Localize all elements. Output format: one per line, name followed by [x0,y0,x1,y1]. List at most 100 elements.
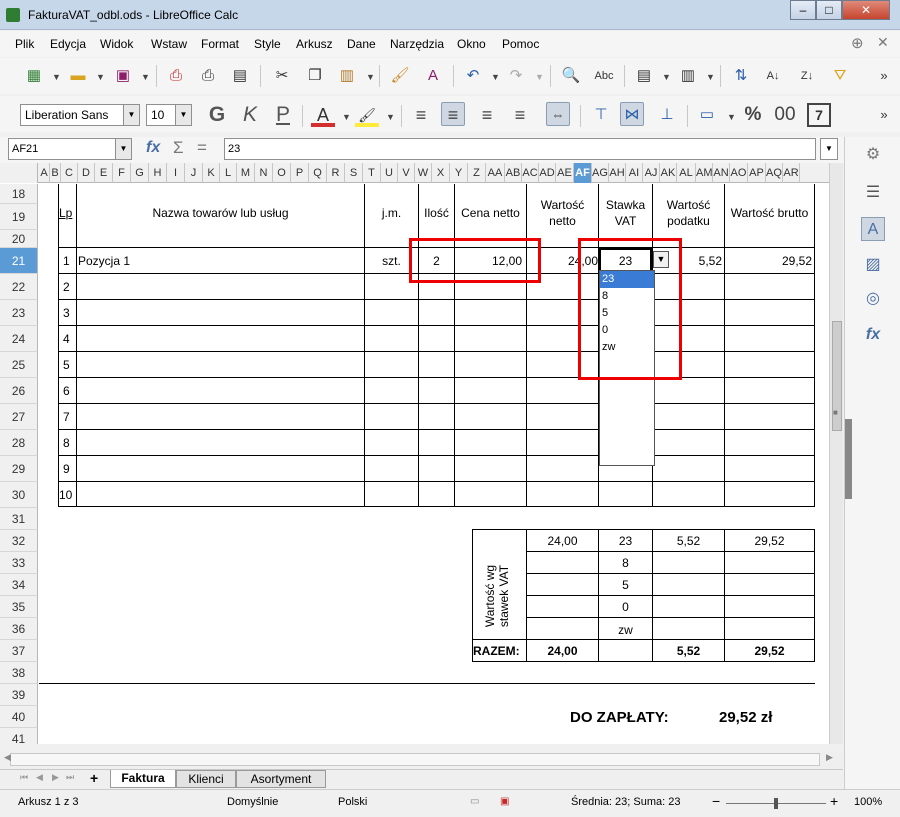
italic-icon[interactable]: K [238,103,262,127]
selection-stats[interactable]: Średnia: 23; Suma: 23 [571,796,680,808]
column-header-z[interactable]: Z [468,163,486,183]
item-lp[interactable]: 9 [63,462,70,476]
summary-total-tax[interactable]: 5,52 [653,644,724,658]
horizontal-scrollbar[interactable]: ◀ ▶ [0,752,843,769]
row-icon[interactable]: ▤ [632,64,656,88]
function-wizard-icon[interactable]: fx [146,139,160,157]
row-header-31[interactable]: 31 [0,508,38,530]
summary-rate[interactable]: 8 [599,556,652,570]
column-header-aq[interactable]: AQ [766,163,783,183]
summary-tax-23[interactable]: 5,52 [653,534,724,548]
sidebar-functions-icon[interactable]: fx [861,323,885,347]
cut-icon[interactable]: ✂ [270,64,294,88]
column-header-q[interactable]: Q [309,163,327,183]
font-size-box[interactable]: 10 ▼ [146,104,192,126]
decimal-format-icon[interactable]: 00 [773,103,797,127]
clear-formatting-icon[interactable]: A [421,64,445,88]
scroll-left-icon[interactable]: ◀ [4,752,11,763]
item-gross-value[interactable]: 29,52 [725,254,812,268]
column-header-al[interactable]: AL [677,163,696,183]
align-middle-icon[interactable]: ⋈ [620,102,644,126]
globe-icon[interactable]: ⊕ [851,34,864,52]
open-folder-icon[interactable]: ▬ [66,64,90,88]
column-header-ad[interactable]: AD [539,163,556,183]
row-header-40[interactable]: 40 [0,706,38,728]
row-header-29[interactable]: 29 [0,456,38,482]
option-23[interactable]: 23 [600,271,654,288]
currency-format-icon[interactable]: ▭ [695,103,719,127]
item-lp[interactable]: 2 [63,280,70,294]
menu-okno[interactable]: Okno [457,37,486,51]
item-lp[interactable]: 3 [63,306,70,320]
save-icon[interactable]: ▣ [111,64,135,88]
align-right-icon[interactable]: ≡ [475,103,499,127]
row-header-23[interactable]: 23 [0,300,38,326]
formatting-overflow-icon[interactable]: » [872,103,896,127]
copy-icon[interactable]: ❐ [303,64,327,88]
menu-pomoc[interactable]: Pomoc [502,37,539,51]
insert-mode-icon[interactable]: ▭ [470,796,479,807]
column-header-w[interactable]: W [415,163,432,183]
row-header-24[interactable]: 24 [0,326,38,352]
sort-descending-icon[interactable]: Z↓ [795,64,819,88]
summary-total-net[interactable]: 24,00 [527,644,598,658]
column-header-x[interactable]: X [432,163,450,183]
option-5[interactable]: 5 [600,305,654,322]
row-header-33[interactable]: 33 [0,552,38,574]
item-unit[interactable]: szt. [365,254,418,268]
save-dropdown-arrow-icon[interactable]: ▼ [141,72,150,82]
column-header-h[interactable]: H [149,163,167,183]
expand-formula-bar-icon[interactable]: ▼ [820,138,838,160]
menu-dane[interactable]: Dane [347,37,376,51]
spelling-icon[interactable]: Abc [592,64,616,88]
column-header-p[interactable]: P [291,163,309,183]
row-header-36[interactable]: 36 [0,618,38,640]
paste-dropdown-arrow-icon[interactable]: ▼ [366,72,375,82]
menu-style[interactable]: Style [254,37,281,51]
menu-edycja[interactable]: Edycja [50,37,86,51]
sheet-tab-faktura[interactable]: Faktura [110,770,176,788]
number-format-icon[interactable]: 7 [807,103,831,127]
summary-rate[interactable]: 5 [599,578,652,592]
item-net-value[interactable]: 24,00 [527,254,598,268]
sidebar-collapse-handle[interactable] [845,419,852,499]
highlight-dropdown-arrow-icon[interactable]: ▼ [386,112,395,122]
item-qty[interactable]: 2 [419,254,454,268]
open-dropdown-arrow-icon[interactable]: ▼ [96,72,105,82]
column-header-a[interactable]: A [39,163,50,183]
column-header-ae[interactable]: AE [556,163,574,183]
add-sheet-icon[interactable]: + [90,770,98,786]
column-header-ag[interactable]: AG [592,163,609,183]
column-header-s[interactable]: S [345,163,363,183]
column-header-u[interactable]: U [381,163,398,183]
name-box-dropdown-icon[interactable]: ▼ [115,139,131,159]
zoom-out-icon[interactable]: − [712,793,720,809]
font-name-box[interactable]: Liberation Sans ▼ [20,104,140,126]
item-lp[interactable]: 1 [63,254,70,268]
clone-formatting-icon[interactable]: 🖌 [388,64,412,88]
sum-icon[interactable]: Σ [173,138,184,158]
wrap-text-icon[interactable]: ⇔ [546,102,570,126]
summary-net-23[interactable]: 24,00 [527,534,598,548]
undo-icon[interactable]: ↶ [461,64,485,88]
column-header-an[interactable]: AN [713,163,730,183]
row-header-35[interactable]: 35 [0,596,38,618]
column-header-v[interactable]: V [398,163,415,183]
summary-rate[interactable]: zw [599,623,652,637]
summary-rate[interactable]: 0 [599,600,652,614]
column-header-r[interactable]: R [327,163,345,183]
row-header-26[interactable]: 26 [0,378,38,404]
column-header-y[interactable]: Y [450,163,468,183]
row-header-20[interactable]: 20 [0,230,38,248]
row-header-39[interactable]: 39 [0,684,38,706]
prev-sheet-icon[interactable]: ◀ [36,772,43,783]
item-lp[interactable]: 7 [63,410,70,424]
autofilter-icon[interactable]: ⛛ [828,64,852,88]
column-header-m[interactable]: M [237,163,255,183]
item-lp[interactable]: 8 [63,436,70,450]
print-icon[interactable]: ⎙ [196,64,220,88]
new-dropdown-arrow-icon[interactable]: ▼ [52,72,61,82]
row-header-27[interactable]: 27 [0,404,38,430]
row-header-22[interactable]: 22 [0,274,38,300]
column-header-l[interactable]: L [220,163,237,183]
